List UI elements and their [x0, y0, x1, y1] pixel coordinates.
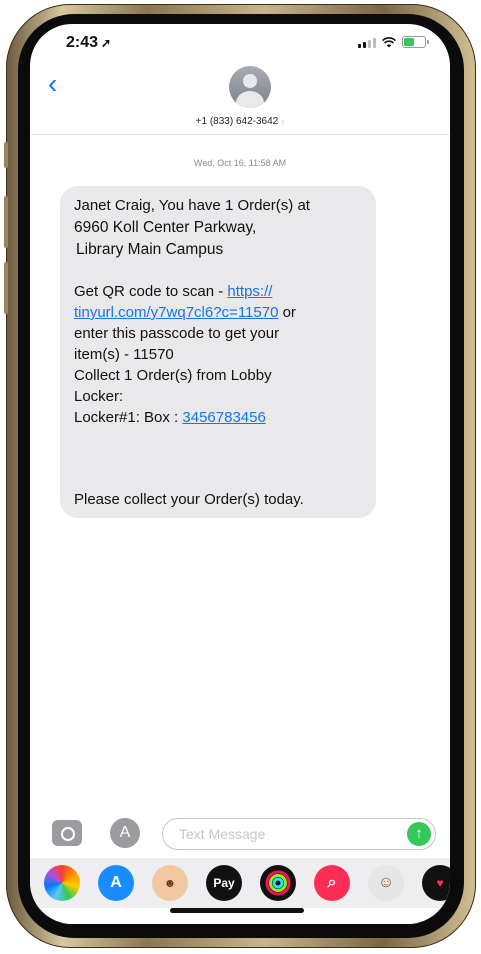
animoji-monkey-icon[interactable]: ☺ — [368, 865, 404, 901]
battery-icon — [402, 36, 429, 48]
activity-rings-icon[interactable] — [260, 865, 296, 901]
status-time-text: 2:43 — [66, 34, 99, 51]
photos-icon[interactable] — [44, 865, 80, 901]
message-line-address-2: Library Main Campus — [76, 241, 224, 258]
status-icons — [358, 36, 429, 48]
message-timestamp: Wed, Oct 16, 11:58 AM — [193, 158, 287, 168]
locker-prefix-text: Locker#1: Box : — [74, 409, 183, 426]
qr-prefix-text: Get QR code to scan - — [74, 283, 228, 300]
message-line-closing: Please collect your Order(s) today. — [74, 491, 304, 508]
status-time: 2:43 ➚ — [66, 34, 111, 52]
message-input[interactable] — [177, 825, 401, 843]
message-input-field[interactable]: ↑ — [162, 818, 436, 850]
chevron-left-icon[interactable]: ‹ — [48, 70, 57, 98]
app-store-icon[interactable]: A — [98, 865, 134, 901]
app-store-icon[interactable]: A — [110, 818, 140, 848]
qr-suffix-text: or — [278, 304, 296, 321]
side-button-volume-up — [4, 196, 8, 248]
camera-icon[interactable] — [52, 820, 82, 846]
message-line-passcode-1: enter this passcode to get your — [74, 325, 280, 342]
apple-pay-label: Pay — [213, 876, 235, 890]
message-line-locker: Locker#1: Box : 3456783456 — [74, 408, 266, 428]
header-divider — [30, 134, 450, 135]
location-arrow-icon: ➚ — [101, 36, 112, 50]
arrow-up-icon[interactable]: ↑ — [407, 822, 431, 846]
side-button-volume-down — [4, 262, 8, 314]
contact-number[interactable]: +1 (833) 642-3642 › — [30, 116, 450, 127]
wifi-icon — [382, 36, 396, 47]
locker-number-link[interactable]: 3456783456 — [182, 409, 265, 426]
contact-number-text: +1 (833) 642-3642 — [195, 116, 279, 127]
chevron-right-icon: › — [281, 116, 285, 127]
message-line-greeting: Janet Craig, You have 1 Order(s) at — [74, 197, 310, 214]
digital-touch-icon[interactable]: ♥ — [422, 865, 450, 901]
side-button-silent — [4, 142, 8, 168]
message-line-collect-1: Collect 1 Order(s) from Lobby — [74, 367, 272, 384]
phone-screen: 2:43 ➚ ‹ +1 (833) 642-3642 › Wed, Oct 16,… — [30, 24, 450, 924]
search-images-icon[interactable]: ⌕ — [314, 865, 350, 901]
person-avatar-icon[interactable] — [229, 66, 271, 108]
qr-link-part-1[interactable]: https:// — [227, 283, 272, 300]
memoji-icon[interactable]: ☻ — [152, 865, 188, 901]
message-line-collect-2: Locker: — [74, 388, 124, 405]
activity-rings-svg — [265, 870, 291, 896]
message-line-passcode-2: item(s) - 11570 — [74, 346, 174, 363]
message-line-qr: Get QR code to scan - https:// — [74, 282, 272, 302]
cellular-signal-icon — [358, 37, 376, 48]
message-line-qr-link: tinyurl.com/y7wq7cl6?c=11570 or — [74, 303, 296, 323]
qr-link-part-2[interactable]: tinyurl.com/y7wq7cl6?c=11570 — [74, 304, 278, 321]
home-indicator — [170, 908, 304, 913]
apple-pay-icon[interactable]: Pay — [206, 865, 242, 901]
message-line-address-1: 6960 Koll Center Parkway, — [74, 219, 257, 236]
